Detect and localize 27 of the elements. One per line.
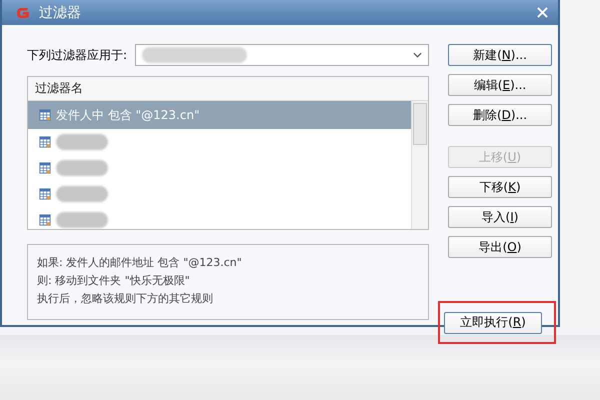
dialog-button[interactable]: 导出(O) <box>448 236 552 258</box>
account-dropdown[interactable] <box>135 44 429 66</box>
caret-icon <box>413 52 422 58</box>
dialog-button[interactable]: 导入(I) <box>448 206 552 228</box>
dialog-button[interactable]: 下移(K) <box>448 176 552 198</box>
filter-name: 发件人中 包含 "@123.cn" <box>56 106 200 124</box>
table-icon <box>39 162 51 174</box>
column-header: 过滤器名 <box>28 77 428 101</box>
close-icon[interactable] <box>537 7 548 18</box>
rule-description-line: 执行后，忽略该规则下方的其它规则 <box>37 291 214 306</box>
rule-description-line: 则: 移动到文件夹 "快乐无极限" <box>37 273 191 288</box>
redaction <box>56 186 108 202</box>
table-icon <box>39 136 51 148</box>
window-title: 过滤器 <box>39 4 82 22</box>
dialog-button[interactable]: 新建(N)... <box>448 44 552 66</box>
dialog-button[interactable]: 删除(D)... <box>448 104 552 126</box>
table-icon <box>39 214 51 226</box>
redaction <box>56 160 108 176</box>
redaction <box>56 134 108 150</box>
scroll-thumb[interactable] <box>413 103 427 145</box>
run-now-button[interactable]: 立即执行(R) <box>444 312 542 334</box>
apply-to-label: 下列过滤器应用于: <box>27 46 128 64</box>
dialog-button[interactable]: 编辑(E)... <box>448 74 552 96</box>
scrollbar[interactable] <box>411 101 428 229</box>
table-icon <box>39 188 51 200</box>
table-icon <box>39 109 51 121</box>
rule-description-line: 如果: 发件人的邮件地址 包含 "@123.cn" <box>37 255 243 270</box>
